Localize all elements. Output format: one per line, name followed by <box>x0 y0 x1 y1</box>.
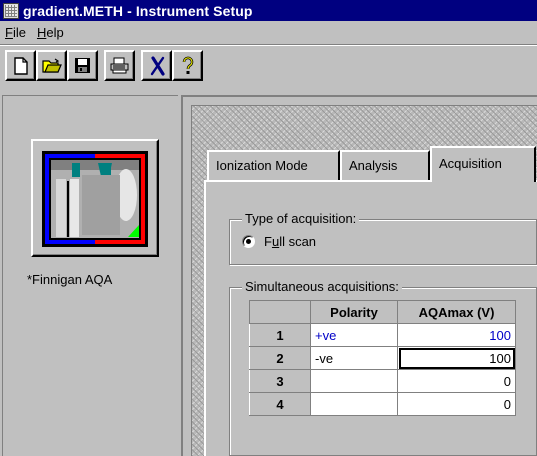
full-scan-prefix: F <box>264 234 272 249</box>
instrument-thumbnail-icon <box>42 151 148 247</box>
aqamax-cell[interactable]: 100 <box>397 346 516 370</box>
menu-help-rest: elp <box>46 24 64 40</box>
title-bar[interactable]: gradient.METH - Instrument Setup <box>0 0 537 21</box>
new-document-icon <box>13 56 28 75</box>
full-scan-radio[interactable] <box>242 235 255 248</box>
help-question-icon <box>182 56 193 74</box>
row-number[interactable]: 3 <box>249 369 311 393</box>
save-disk-icon <box>75 58 90 73</box>
grid-icon <box>3 2 19 19</box>
edit-button-group <box>141 50 203 82</box>
grid-header-row: Polarity AQAmax (V) <box>249 300 516 324</box>
row-number[interactable]: 1 <box>249 323 311 347</box>
menu-file[interactable]: File <box>0 25 32 40</box>
menu-separator <box>0 44 537 46</box>
file-button-group <box>5 50 98 82</box>
polarity-cell[interactable]: -ve <box>310 346 398 370</box>
tab-analysis[interactable]: Analysis <box>340 150 430 181</box>
full-scan-label: Full scan <box>264 234 316 249</box>
menu-help-mnemonic: H <box>36 24 47 40</box>
tab-ionization-mode-label: Ionization Mode <box>216 158 308 173</box>
polarity-cell[interactable]: +ve <box>310 323 398 347</box>
table-row: 4 0 <box>249 392 516 416</box>
table-row: 3 0 <box>249 369 516 393</box>
save-button[interactable] <box>67 50 98 81</box>
tab-analysis-label: Analysis <box>349 158 398 173</box>
table-row: 1 +ve 100 <box>249 323 516 347</box>
new-button[interactable] <box>5 50 36 81</box>
open-folder-icon <box>41 58 62 73</box>
full-scan-option[interactable]: Full scan <box>242 234 316 249</box>
table-row: 2 -ve 100 <box>249 346 516 370</box>
instrument-setup-window: gradient.METH - Instrument Setup File He… <box>0 0 537 456</box>
menu-file-mnemonic: F <box>5 24 13 40</box>
grid-corner <box>249 300 311 324</box>
print-icon <box>110 57 129 74</box>
tab-acquisition-label: Acquisition <box>439 156 502 171</box>
toolbar <box>5 50 209 82</box>
column-header-polarity[interactable]: Polarity <box>310 300 398 324</box>
menu-file-rest: ile <box>12 24 26 40</box>
print-button[interactable] <box>104 50 135 81</box>
instrument-button[interactable] <box>31 139 159 257</box>
simultaneous-acquisitions-label: Simultaneous acquisitions: <box>242 279 402 294</box>
acquisitions-grid: Polarity AQAmax (V) 1 +ve 100 2 -ve 100 … <box>249 300 516 416</box>
row-number[interactable]: 2 <box>249 346 311 370</box>
tab-acquisition[interactable]: Acquisition <box>430 146 536 182</box>
polarity-cell[interactable] <box>310 392 398 416</box>
instrument-panel: *Finnigan AQA <box>2 95 178 456</box>
delete-button[interactable] <box>141 50 172 81</box>
column-header-aqamax[interactable]: AQAmax (V) <box>397 300 516 324</box>
aqamax-cell[interactable]: 100 <box>397 323 516 347</box>
aqamax-cell[interactable]: 0 <box>397 369 516 393</box>
aqamax-cell[interactable]: 0 <box>397 392 516 416</box>
instrument-label: *Finnigan AQA <box>27 272 113 287</box>
print-button-group <box>104 50 135 82</box>
type-of-acquisition-label: Type of acquisition: <box>242 211 360 226</box>
window-title: gradient.METH - Instrument Setup <box>23 2 253 19</box>
italic-x-icon <box>150 55 165 76</box>
menu-bar: File Help <box>0 22 70 42</box>
menu-help[interactable]: Help <box>32 25 70 40</box>
full-scan-suffix: ll scan <box>279 234 317 249</box>
open-button[interactable] <box>36 50 67 81</box>
tab-ionization-mode[interactable]: Ionization Mode <box>207 150 340 181</box>
polarity-cell[interactable] <box>310 369 398 393</box>
help-button[interactable] <box>172 50 203 81</box>
row-number[interactable]: 4 <box>249 392 311 416</box>
